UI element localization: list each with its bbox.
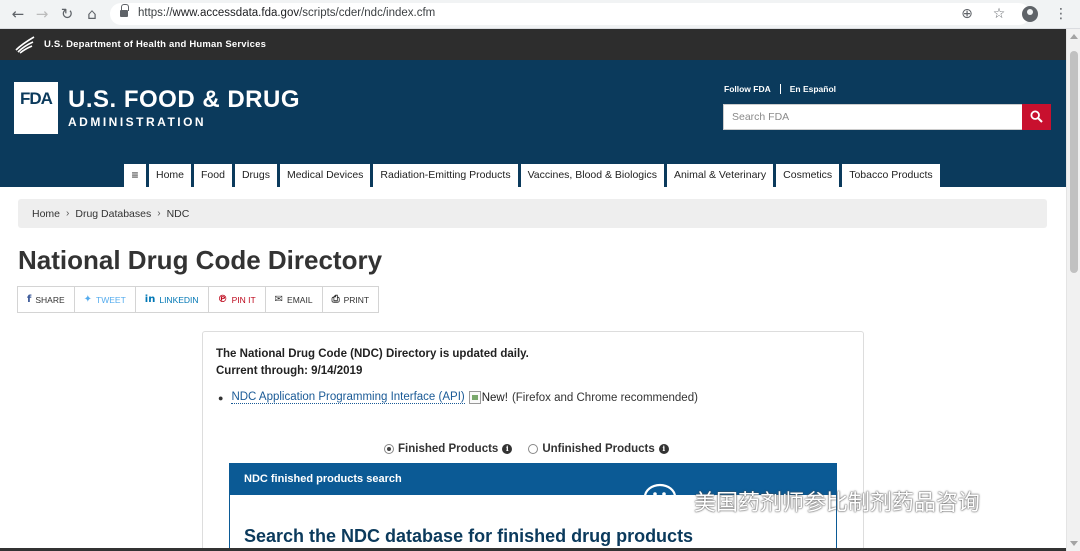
espanol-link[interactable]: En Español xyxy=(790,84,836,94)
share-bar: f SHARE ✦ TWEET in LINKEDIN ℗ PIN IT ✉ E… xyxy=(17,286,380,313)
chevron-right-icon: › xyxy=(66,208,70,219)
scroll-thumb[interactable] xyxy=(1070,51,1078,273)
share-pinterest-button[interactable]: ℗ PIN IT xyxy=(209,287,266,312)
email-label: EMAIL xyxy=(287,294,313,305)
search-input[interactable] xyxy=(724,105,1022,129)
email-icon: ✉ xyxy=(274,294,284,305)
share-linkedin-button[interactable]: in LINKEDIN xyxy=(136,287,209,312)
chevron-right-icon: › xyxy=(157,208,161,219)
page-title: National Drug Code Directory xyxy=(18,245,383,275)
facebook-icon: f xyxy=(27,294,32,305)
linkedin-label: LINKEDIN xyxy=(159,294,199,305)
breadcrumb-drug-databases[interactable]: Drug Databases xyxy=(75,208,151,220)
pinterest-icon: ℗ xyxy=(217,294,228,305)
nav-vaccines-blood-biologics[interactable]: Vaccines, Blood & Biologics xyxy=(520,162,664,187)
breadcrumb-ndc: NDC xyxy=(166,207,190,220)
nav-radiation-emitting-products[interactable]: Radiation-Emitting Products xyxy=(373,162,518,187)
main-nav: ≡ Home Food Drugs Medical Devices Radiat… xyxy=(124,162,940,187)
nav-home[interactable]: Home xyxy=(149,162,192,187)
product-type-selector: Finished Products i Unfinished Products … xyxy=(384,443,669,455)
page-scrollbar[interactable] xyxy=(1066,29,1080,551)
follow-fda-link[interactable]: Follow FDA xyxy=(724,84,771,94)
hhs-eagle-icon xyxy=(15,36,35,54)
notice-line-2: Current through: 9/14/2019 xyxy=(216,365,363,377)
menu-icon[interactable]: ⋮ xyxy=(1052,4,1070,24)
site-header: FDA U.S. FOOD & DRUG ADMINISTRATION Foll… xyxy=(0,60,1066,187)
nav-cosmetics[interactable]: Cosmetics xyxy=(776,162,840,187)
divider xyxy=(779,84,781,94)
nav-tobacco-products[interactable]: Tobacco Products xyxy=(842,162,940,187)
share-twitter-button[interactable]: ✦ TWEET xyxy=(75,287,136,312)
scroll-down-icon[interactable] xyxy=(1070,541,1078,546)
update-notice: The National Drug Code (NDC) Directory i… xyxy=(216,346,529,380)
info-icon[interactable]: i xyxy=(502,444,513,454)
search-card-title: Search the NDC database for finished dru… xyxy=(244,526,694,546)
nav-animal-veterinary[interactable]: Animal & Veterinary xyxy=(666,162,774,187)
zoom-icon[interactable]: ⊕ xyxy=(958,4,976,24)
hhs-link[interactable]: U.S. Department of Health and Human Serv… xyxy=(44,39,266,50)
fda-logo[interactable]: FDA xyxy=(14,82,58,134)
unfinished-products-radio[interactable] xyxy=(528,444,539,454)
info-icon[interactable]: i xyxy=(658,444,669,454)
watermark-text: 美国药剂师参比制剂药品咨询 xyxy=(694,491,981,516)
unfinished-products-label[interactable]: Unfinished Products xyxy=(542,443,654,455)
print-icon: ⎙ xyxy=(331,294,340,305)
nav-food[interactable]: Food xyxy=(194,162,232,187)
lock-icon xyxy=(120,4,129,18)
search-field[interactable] xyxy=(723,104,1023,130)
print-label: PRINT xyxy=(343,294,370,305)
menu-button[interactable]: ≡ xyxy=(124,162,146,187)
star-icon[interactable]: ☆ xyxy=(990,4,1008,24)
finished-products-radio[interactable] xyxy=(384,444,394,454)
nav-medical-devices[interactable]: Medical Devices xyxy=(279,162,371,187)
twitter-icon: ✦ xyxy=(83,294,93,305)
nav-drugs[interactable]: Drugs xyxy=(234,162,277,187)
address-bar[interactable]: https://www.accessdata.fda.gov/scripts/c… xyxy=(110,3,1030,25)
new-badge-image: New! xyxy=(468,391,508,404)
home-icon[interactable]: ⌂ xyxy=(82,4,102,24)
fda-title[interactable]: U.S. FOOD & DRUG xyxy=(68,86,300,114)
url-text: https://www.accessdata.fda.gov/scripts/c… xyxy=(138,7,436,19)
forward-icon[interactable]: → xyxy=(32,4,52,24)
fda-subtitle: ADMINISTRATION xyxy=(68,115,207,129)
linkedin-icon: in xyxy=(144,294,156,305)
pinit-label: PIN IT xyxy=(231,294,256,305)
breadcrumb: Home › Drug Databases › NDC xyxy=(18,199,1047,228)
share-facebook-button[interactable]: f SHARE xyxy=(18,287,75,312)
scroll-up-icon[interactable] xyxy=(1070,34,1078,39)
browser-toolbar: ← → ↻ ⌂ https://www.accessdata.fda.gov/s… xyxy=(0,0,1080,29)
finished-products-label[interactable]: Finished Products xyxy=(398,443,498,455)
profile-icon[interactable] xyxy=(1022,6,1038,22)
breadcrumb-home[interactable]: Home xyxy=(32,208,60,220)
wechat-icon xyxy=(643,483,686,518)
share-email-button[interactable]: ✉ EMAIL xyxy=(266,287,323,312)
api-link[interactable]: NDC Application Programming Interface (A… xyxy=(231,391,465,404)
search-icon xyxy=(1030,110,1043,123)
print-button[interactable]: ⎙ PRINT xyxy=(323,287,379,312)
broken-image-icon xyxy=(468,391,481,404)
browser-recommendation: (Firefox and Chrome recommended) xyxy=(511,391,698,404)
back-icon[interactable]: ← xyxy=(8,4,28,24)
wechat-watermark: 美国药剂师参比制剂药品咨询 xyxy=(642,482,980,520)
new-badge-alt-text: New! xyxy=(481,391,508,404)
reload-icon[interactable]: ↻ xyxy=(57,4,77,24)
bullet-icon: ● xyxy=(218,392,224,403)
hhs-bar: U.S. Department of Health and Human Serv… xyxy=(0,29,1066,60)
search-button[interactable] xyxy=(1022,104,1051,130)
share-label: SHARE xyxy=(35,294,65,305)
notice-line-1: The National Drug Code (NDC) Directory i… xyxy=(216,348,529,360)
tweet-label: TWEET xyxy=(96,294,126,305)
api-list-item: ● NDC Application Programming Interface … xyxy=(218,391,698,404)
